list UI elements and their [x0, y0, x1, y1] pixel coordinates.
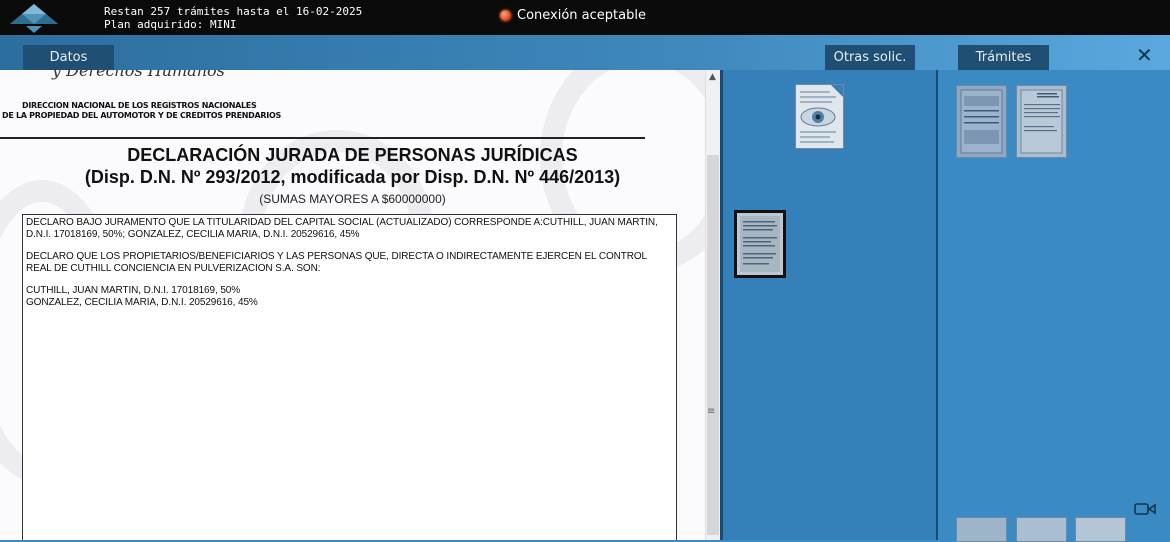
- tramites-pane: [938, 70, 1170, 542]
- logo-icon: [10, 4, 58, 33]
- tramite-thumbnail[interactable]: [956, 85, 1007, 158]
- document-page-icon: [960, 89, 1003, 154]
- document-thumbnail[interactable]: [795, 84, 844, 149]
- document-page: y Derechos Humanos DIRECCION NACIONAL DE…: [0, 70, 705, 540]
- declaration-paragraph-1: DECLARO BAJO JURAMENTO QUE LA TITULARIDA…: [26, 217, 658, 240]
- tab-bar: Datos Otras solic. Trámites ✕: [0, 35, 1170, 70]
- ministry-header: y Derechos Humanos: [52, 70, 225, 80]
- direccion-line-1: DIRECCION NACIONAL DE LOS REGISTROS NACI…: [22, 101, 257, 110]
- divider: [0, 137, 645, 139]
- connection-label: Conexión aceptable: [517, 8, 646, 23]
- scroll-grip-icon: ≡: [707, 406, 716, 417]
- selected-thumbnail[interactable]: [734, 210, 786, 278]
- person-line: GONZALEZ, CECILIA MARIA, D.N.I. 20529616…: [26, 296, 258, 308]
- tramite-thumbnail[interactable]: [1075, 517, 1126, 542]
- document-viewer: y Derechos Humanos DIRECCION NACIONAL DE…: [0, 70, 720, 540]
- quota-info: Restan 257 trámites hasta el 16-02-2025 …: [104, 5, 362, 31]
- sumas-note: (SUMAS MAYORES A $60000000): [259, 192, 446, 206]
- document-subtitle: (Disp. D.N. Nº 293/2012, modificada por …: [84, 167, 621, 187]
- tramite-thumbnail[interactable]: [956, 517, 1007, 542]
- eye-document-icon: [800, 85, 843, 143]
- top-bar: Restan 257 trámites hasta el 16-02-2025 …: [0, 0, 1170, 35]
- person-line: CUTHILL, JUAN MARTIN, D.N.I. 17018169, 5…: [26, 285, 241, 296]
- document-page-icon: [1020, 89, 1063, 154]
- scrollbar-thumb[interactable]: [707, 155, 719, 535]
- vertical-scrollbar[interactable]: ▲ ≡: [705, 70, 720, 540]
- document-page-icon: [740, 216, 780, 272]
- tab-otras-solicitudes[interactable]: Otras solic.: [825, 45, 915, 70]
- declaration-paragraph-2: DECLARO QUE LOS PROPIETARIOS/BENEFICIARI…: [26, 251, 647, 274]
- video-camera-icon[interactable]: [1134, 502, 1156, 516]
- declaration-textbox: DECLARO BAJO JURAMENTO QUE LA TITULARIDA…: [22, 214, 677, 540]
- tramite-thumbnail[interactable]: [1016, 517, 1067, 542]
- direccion-line-2: DE LA PROPIEDAD DEL AUTOMOTOR Y DE CREDI…: [2, 111, 281, 120]
- tab-datos[interactable]: Datos: [23, 45, 114, 70]
- scroll-up-icon[interactable]: ▲: [709, 72, 716, 82]
- quota-text: Restan 257 trámites hasta el 16-02-2025: [104, 5, 363, 18]
- plan-text: Plan adquirido: MINI: [104, 18, 237, 31]
- tramite-thumbnail[interactable]: [1016, 85, 1067, 158]
- tab-tramites[interactable]: Trámites: [958, 45, 1049, 70]
- other-requests-pane: [720, 70, 938, 540]
- close-icon[interactable]: ✕: [1136, 43, 1153, 67]
- status-dot-icon: [500, 10, 511, 21]
- connection-status: Conexión aceptable: [500, 8, 646, 23]
- document-title: DECLARACIÓN JURADA DE PERSONAS JURÍDICAS: [127, 145, 578, 165]
